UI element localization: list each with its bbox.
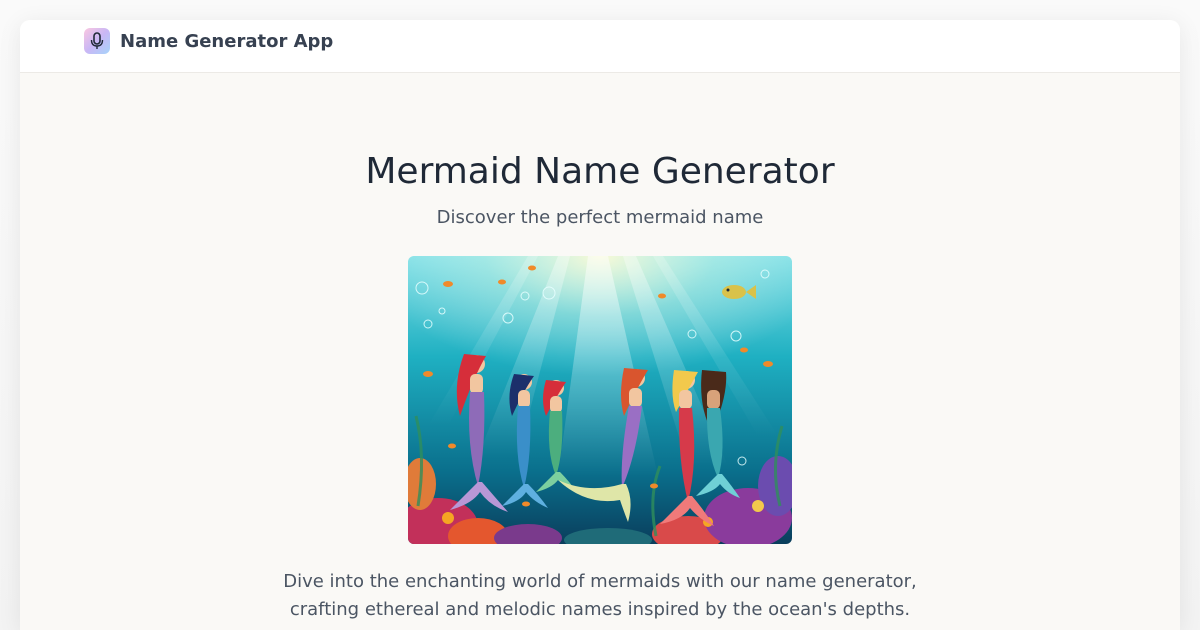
brand-link[interactable]: Name Generator App <box>84 27 333 55</box>
page-title: Mermaid Name Generator <box>365 151 835 192</box>
microphone-icon <box>84 28 110 54</box>
app-window: Name Generator App Mermaid Name Generato… <box>20 20 1180 630</box>
page-subtitle: Discover the perfect mermaid name <box>436 207 764 228</box>
description-line-1: Dive into the enchanting world of mermai… <box>283 571 917 592</box>
description: Dive into the enchanting world of mermai… <box>250 568 950 624</box>
page-background: Name Generator App Mermaid Name Generato… <box>0 0 1200 630</box>
hero-image <box>408 256 792 544</box>
navbar: Name Generator App <box>20 20 1180 73</box>
description-line-2: crafting ethereal and melodic names insp… <box>289 599 911 620</box>
brand-name: Name Generator App <box>120 30 334 52</box>
